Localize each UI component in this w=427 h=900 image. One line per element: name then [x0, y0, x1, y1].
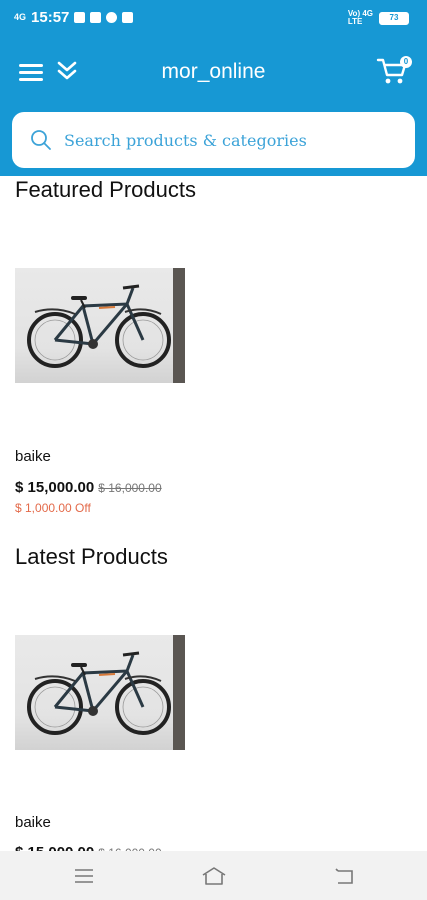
status-bar: 4G 15:57 Vo) 4G LTE 73	[0, 0, 427, 38]
search-bar[interactable]	[12, 112, 415, 168]
featured-price-row: $ 15,000.00 $ 16,000.00	[15, 479, 162, 496]
signal-label: 4G	[14, 12, 27, 22]
latest-section-title: Latest Products	[15, 544, 168, 569]
help-icon	[106, 12, 118, 23]
status-left: 4G 15:57	[14, 9, 134, 26]
latest-product-image[interactable]	[15, 635, 185, 750]
featured-product-discount: $ 1,000.00 Off	[15, 501, 91, 515]
system-navigation-bar	[0, 851, 427, 900]
battery-level: 73	[389, 12, 399, 22]
network-indicator: Vo) 4G LTE	[348, 10, 373, 26]
battery-icon: 73	[379, 11, 409, 25]
featured-product-old-price: $ 16,000.00	[98, 481, 162, 495]
bicycle-image	[27, 284, 171, 368]
nav-home-icon[interactable]	[200, 865, 228, 887]
cart-button[interactable]: 0	[376, 56, 414, 86]
cart-count-badge: 0	[400, 56, 412, 68]
search-icon	[31, 130, 51, 150]
bicycle-image	[27, 651, 171, 735]
network-bottom: LTE	[347, 17, 363, 26]
youtube-icon	[90, 12, 102, 23]
nav-menu-icon[interactable]	[72, 865, 96, 887]
notification-icon	[74, 12, 86, 23]
app-bar: mor_online 0	[0, 38, 427, 176]
app-title: mor_online	[161, 60, 266, 83]
featured-product-image[interactable]	[15, 268, 185, 383]
status-right: Vo) 4G LTE 73	[348, 10, 409, 26]
featured-product-name[interactable]: baike	[15, 448, 51, 465]
featured-product-price: $ 15,000.00	[15, 479, 95, 496]
latest-product-name[interactable]: baike	[15, 814, 51, 831]
nav-back-icon[interactable]	[333, 865, 357, 887]
search-input[interactable]	[64, 130, 394, 150]
status-time: 15:57	[31, 9, 70, 26]
featured-section-title: Featured Products	[15, 177, 196, 202]
mail-icon	[122, 12, 134, 23]
